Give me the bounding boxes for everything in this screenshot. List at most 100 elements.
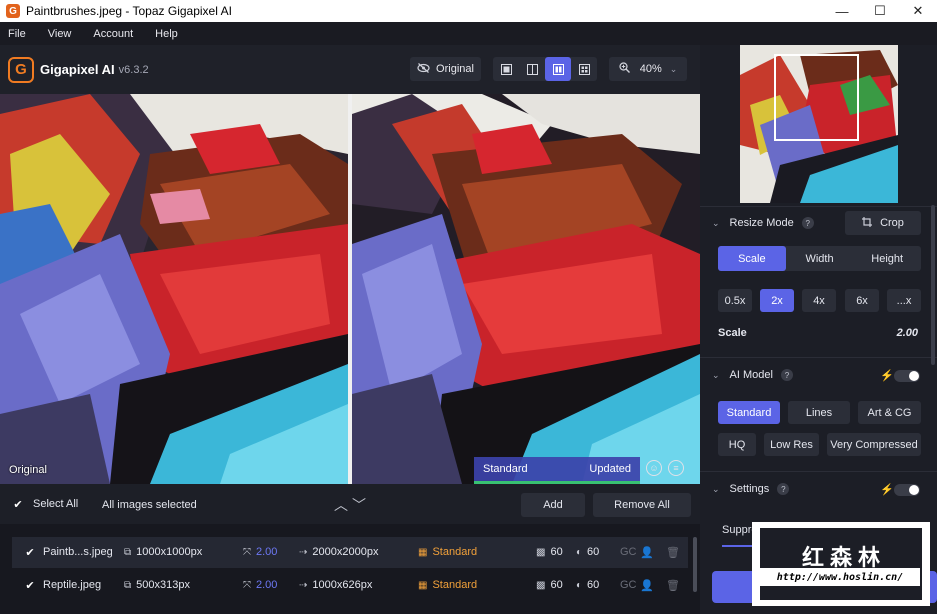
ai-model-auto-toggle[interactable]	[894, 370, 920, 382]
brand-name: Gigapixel AI	[40, 62, 115, 77]
help-icon[interactable]: ?	[780, 369, 793, 381]
help-icon[interactable]: ?	[801, 217, 814, 229]
reorder-arrows[interactable]: ︿﹀	[334, 495, 370, 515]
menu-view[interactable]: View	[48, 28, 72, 40]
app-version: v6.3.2	[118, 63, 149, 76]
add-button[interactable]: Add	[521, 493, 585, 517]
scale-option-custom[interactable]: ...x	[887, 289, 921, 312]
file-list-scrollbar[interactable]	[693, 537, 697, 592]
model-name: Standard	[432, 579, 478, 591]
view-mode-group	[493, 57, 597, 81]
title-bar: G Paintbrushes.jpeg - Topaz Gigapixel AI…	[0, 0, 937, 22]
scale-option-4x[interactable]: 4x	[802, 289, 836, 312]
crop-button[interactable]: Crop	[845, 211, 921, 235]
scale-value[interactable]: 2.00	[897, 327, 918, 339]
chevron-down-icon: ⌄	[712, 369, 720, 380]
chevron-down-icon[interactable]: ﹀	[352, 497, 370, 513]
face-refinement-icon[interactable]: ☺	[646, 460, 662, 476]
output-size-icon: ⇢	[299, 580, 308, 591]
maximize-button[interactable]: ☐	[861, 0, 899, 22]
gamma-correction-label: GC	[620, 579, 637, 591]
grid-view-icon[interactable]	[571, 57, 597, 81]
zoom-level: 40%	[639, 63, 662, 75]
show-original-button[interactable]: Original	[410, 57, 481, 81]
model-standard[interactable]: Standard	[718, 401, 780, 424]
file-name: Paintb...s.jpeg	[43, 546, 113, 558]
scale-value: 2.00	[256, 579, 278, 591]
model-very-compressed[interactable]: Very Compressed	[827, 433, 921, 456]
gigapixel-logo-icon: G	[8, 56, 34, 83]
menu-file[interactable]: File	[8, 28, 26, 40]
toolbar: G Gigapixel AI v6.3.2 Original 40% ⌄	[0, 45, 700, 94]
single-view-icon[interactable]	[493, 57, 519, 81]
checkmark-icon: ✔	[13, 498, 23, 511]
resize-mode-scale[interactable]: Scale	[718, 246, 786, 271]
ai-model-header[interactable]: ⌄ AI Model ?	[712, 369, 793, 381]
scale-option-2x[interactable]: 2x	[760, 289, 794, 312]
noise-value: 60	[550, 546, 563, 558]
face-compare-icon[interactable]: ≡	[668, 460, 684, 476]
close-button[interactable]: ✕	[899, 0, 937, 22]
model-lines[interactable]: Lines	[788, 401, 850, 424]
blur-icon: ◐	[576, 547, 583, 558]
scale-option-0-5x[interactable]: 0.5x	[718, 289, 752, 312]
minimize-button[interactable]: —	[823, 0, 861, 22]
resize-mode-selector: Scale Width Height	[718, 246, 921, 271]
image-size-icon: ⧉	[124, 580, 132, 591]
app-logo-icon: G	[6, 4, 20, 18]
preview-image	[352, 94, 700, 484]
trash-icon[interactable]: 🗑	[666, 546, 680, 559]
scale-option-6x[interactable]: 6x	[845, 289, 879, 312]
menu-bar: File View Account Help	[0, 22, 937, 45]
preview-model-status-bar: Standard Updated	[474, 457, 640, 484]
output-size-icon: ⇢	[299, 547, 308, 558]
navigator-viewport-rect[interactable]	[774, 54, 859, 141]
preview-image-pane[interactable]	[352, 94, 700, 484]
chevron-up-icon[interactable]: ︿	[334, 497, 352, 513]
face-person-icon[interactable]: 👤	[640, 546, 654, 559]
lightning-icon: ⚡	[880, 370, 894, 382]
checkmark-icon[interactable]: ✔	[24, 546, 36, 559]
model-low-res[interactable]: Low Res	[764, 433, 819, 456]
lightning-icon: ⚡	[880, 484, 894, 496]
file-name: Reptile.jpeg	[43, 579, 102, 591]
preview-update-status: Updated	[589, 463, 631, 475]
menu-account[interactable]: Account	[93, 28, 133, 40]
trash-icon[interactable]: 🗑	[666, 579, 680, 592]
watermark: 红森林 http://www.hoslin.cn/	[752, 522, 930, 606]
model-art-cg[interactable]: Art & CG	[858, 401, 921, 424]
remove-all-button[interactable]: Remove All	[593, 493, 691, 517]
input-size: 500x313px	[136, 579, 190, 591]
help-icon[interactable]: ?	[777, 483, 790, 495]
side-by-side-view-icon[interactable]	[545, 57, 571, 81]
resize-mode-height[interactable]: Height	[853, 246, 921, 271]
chevron-down-icon: ⌄	[712, 217, 720, 228]
model-name: Standard	[432, 546, 478, 558]
select-all-checkbox[interactable]: ✔ Select All	[12, 498, 78, 511]
watermark-panel: 红森林	[760, 528, 922, 600]
resize-mode-title: Resize Mode	[729, 217, 794, 229]
resize-mode-width[interactable]: Width	[786, 246, 854, 271]
settings-auto-toggle[interactable]	[894, 484, 920, 496]
preview-model-name: Standard	[483, 463, 528, 475]
navigator-thumbnail[interactable]	[740, 45, 898, 203]
scale-expand-icon: ⤧	[243, 547, 251, 558]
file-row[interactable]: ✔ Paintb...s.jpeg ⧉ 1000x1000px ⤧ 2.00 ⇢ 20…	[12, 537, 688, 568]
original-image-pane[interactable]: Original	[0, 94, 348, 484]
brand-logo: G Gigapixel AI v6.3.2	[8, 56, 149, 83]
split-view-icon[interactable]	[519, 57, 545, 81]
watermark-url: http://www.hoslin.cn/	[760, 568, 920, 586]
menu-help[interactable]: Help	[155, 28, 178, 40]
settings-header[interactable]: ⌄ Settings ?	[712, 483, 790, 495]
model-hq[interactable]: HQ	[718, 433, 756, 456]
checkmark-icon[interactable]: ✔	[24, 579, 36, 592]
model-icon: ▦	[418, 547, 428, 558]
crop-label: Crop	[880, 217, 904, 229]
file-row[interactable]: ✔ Reptile.jpeg ⧉ 500x313px ⤧ 2.00 ⇢ 1000x62…	[12, 570, 688, 601]
resize-mode-header[interactable]: ⌄ Resize Mode ?	[712, 217, 814, 229]
zoom-dropdown[interactable]: 40% ⌄	[609, 57, 687, 81]
face-person-icon[interactable]: 👤	[640, 579, 654, 592]
settings-panel-scrollbar[interactable]	[931, 205, 935, 365]
blur-icon: ◐	[576, 580, 583, 591]
noise-icon: ▩	[536, 580, 546, 591]
